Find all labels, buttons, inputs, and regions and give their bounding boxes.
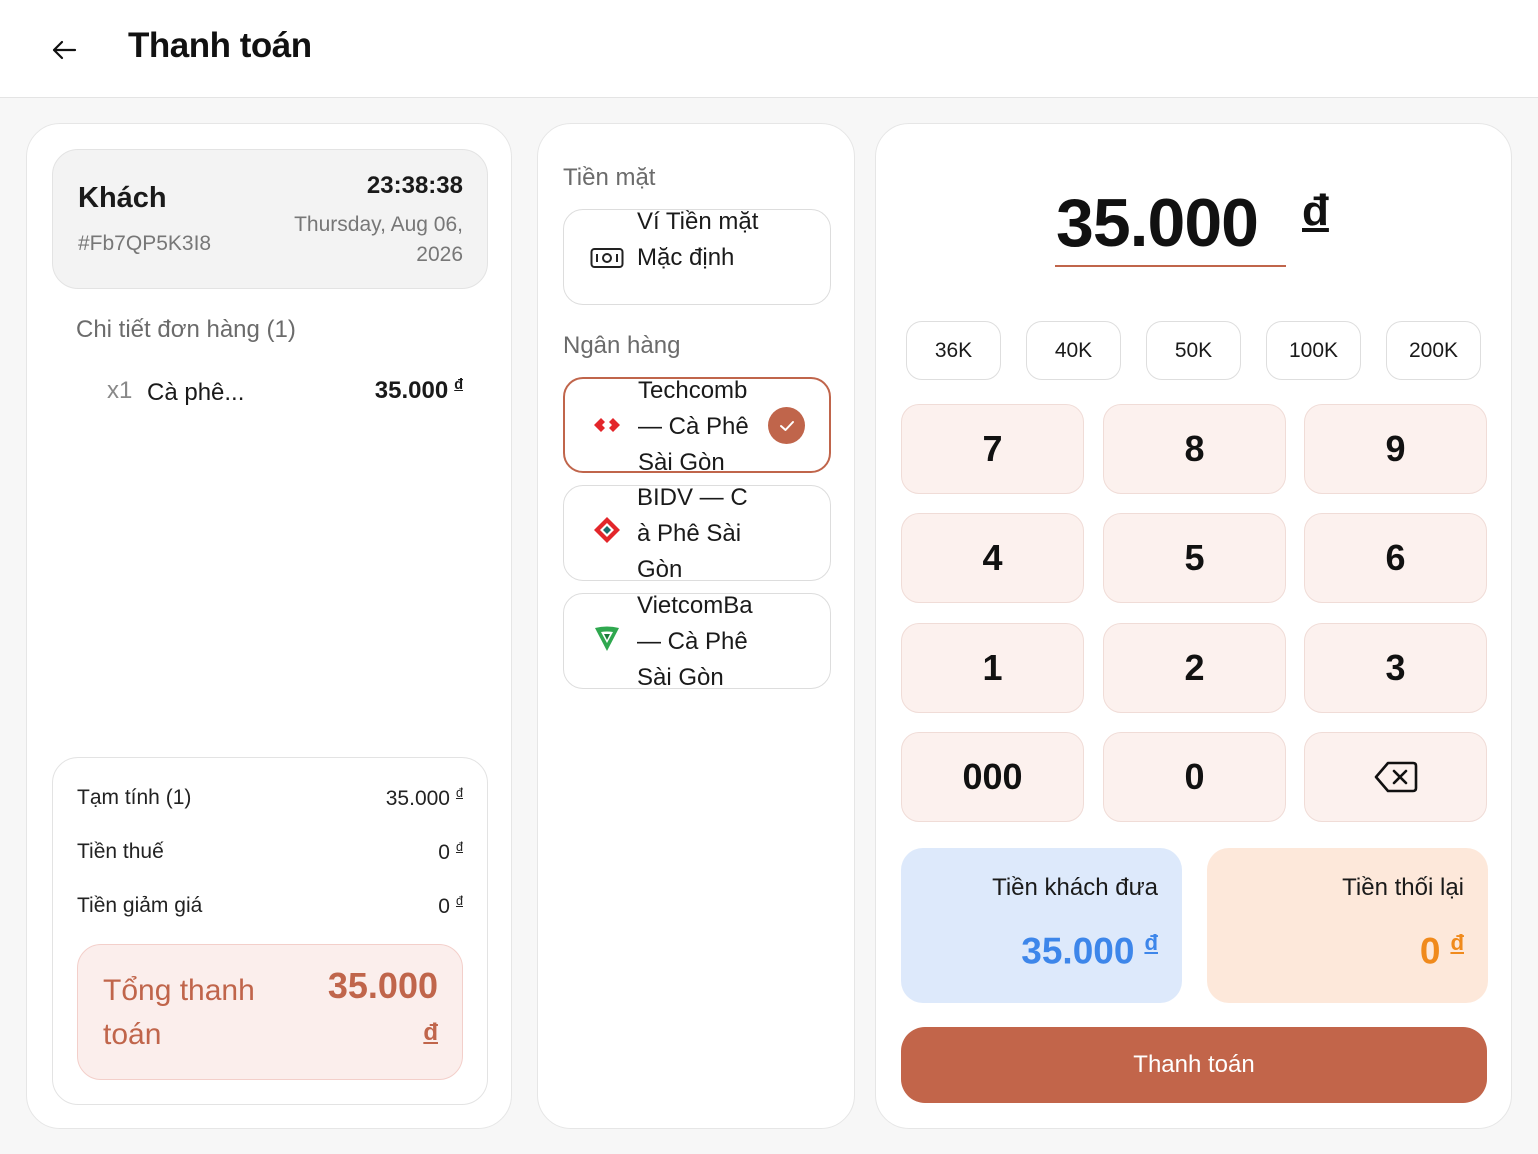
keypad-key-2[interactable]: 2 [1103, 623, 1286, 713]
backspace-button[interactable] [1304, 732, 1487, 822]
currency-symbol: đ [455, 840, 463, 854]
subtotal-row: Tạm tính (1) 35.000 đ [77, 786, 463, 816]
backspace-icon [1374, 761, 1417, 793]
order-code: #Fb7QP5K3I8 [78, 232, 212, 255]
item-name: Cà phê... [147, 379, 245, 406]
tax-amount: 0 [438, 841, 450, 864]
cash-given-amount: 35.000 [1021, 930, 1135, 972]
keypad-key-000[interactable]: 000 [901, 732, 1084, 822]
item-price-value: 35.000 [374, 377, 449, 404]
amount-underline [1055, 265, 1286, 267]
bank-section-title: Ngân hàng [563, 332, 681, 359]
item-price: 35.000 đ [375, 377, 463, 405]
total-currency: đ [423, 1019, 438, 1046]
keypad-key-7[interactable]: 7 [901, 404, 1084, 494]
cash-given-value: 35.000 đ [1021, 930, 1158, 972]
total-label: Tổng thanh toán [103, 974, 255, 1051]
change-value: 0đ [1420, 930, 1464, 972]
keypad-key-3[interactable]: 3 [1304, 623, 1487, 713]
top-app-bar: Thanh toán [0, 0, 1538, 98]
method-cash-wallet[interactable]: Ví Tiền mặt Mặc định [563, 209, 831, 305]
keypad-key-1[interactable]: 1 [901, 623, 1084, 713]
tax-label: Tiền thuế [77, 840, 164, 863]
total-value: 35.000 [327, 965, 438, 1006]
quick-amount-100k[interactable]: 100K [1266, 321, 1361, 380]
customer-name: Khách [78, 182, 167, 214]
keypad-key-8[interactable]: 8 [1103, 404, 1286, 494]
payment-methods-panel: Tiền mặt Ví Tiền mặt Mặc định Ngân hàng … [537, 123, 855, 1129]
customer-card: Khách #Fb7QP5K3I8 23:38:38 Thursday, Aug… [52, 149, 488, 289]
keypad-key-4[interactable]: 4 [901, 513, 1084, 603]
page-title: Thanh toán [128, 26, 312, 65]
method-techcombank[interactable]: Techcomb — Cà Phê Sài Gòn [563, 377, 831, 473]
change-label: Tiền thối lại [1342, 874, 1464, 901]
bidv-logo-icon [590, 516, 624, 544]
change-amount: 0 [1419, 930, 1441, 972]
cash-icon [590, 244, 624, 272]
quick-amount-200k[interactable]: 200K [1386, 321, 1481, 380]
method-label: BIDV — Cà Phê Sài Gòn [637, 485, 748, 581]
keypad-key-6[interactable]: 6 [1304, 513, 1487, 603]
quick-amount-50k[interactable]: 50K [1146, 321, 1241, 380]
currency-symbol: đ [1450, 930, 1464, 955]
subtotal-amount: 35.000 [385, 787, 450, 810]
currency-symbol: đ [1144, 930, 1158, 955]
method-label: Techcomb — Cà Phê Sài Gòn [638, 377, 749, 473]
order-detail-title: Chi tiết đơn hàng (1) [76, 316, 296, 343]
arrow-left-icon [52, 40, 77, 60]
subtotal-value: 35.000 đ [386, 786, 463, 811]
discount-value: 0đ [438, 894, 463, 919]
amount-currency: đ [1302, 186, 1329, 235]
techcombank-logo-icon [590, 411, 624, 439]
quick-amount-40k[interactable]: 40K [1026, 321, 1121, 380]
tax-row: Tiền thuế 0đ [77, 840, 463, 870]
summary-card: Tạm tính (1) 35.000 đ Tiền thuế 0đ Tiền g… [52, 757, 488, 1105]
tax-value: 0đ [438, 840, 463, 865]
method-label: Ví Tiền mặt Mặc định [637, 209, 759, 271]
order-date: Thursday, Aug 06, 2026 [294, 213, 463, 266]
cash-section-title: Tiền mặt [563, 164, 656, 191]
currency-symbol: đ [454, 377, 463, 393]
discount-row: Tiền giảm giá 0đ [77, 894, 463, 924]
keypad-key-5[interactable]: 5 [1103, 513, 1286, 603]
quick-amount-36k[interactable]: 36K [906, 321, 1001, 380]
order-item[interactable]: x1 Cà phê... 35.000 đ [107, 374, 463, 454]
cash-given-box: Tiền khách đưa 35.000 đ [901, 848, 1182, 1003]
order-time: 23:38:38 [366, 172, 463, 199]
discount-amount: 0 [438, 895, 450, 918]
pay-button[interactable]: Thanh toán [901, 1027, 1487, 1103]
subtotal-label: Tạm tính (1) [77, 786, 192, 809]
change-box: Tiền thối lại 0đ [1207, 848, 1488, 1003]
payment-input-panel: 35.000 đ 36K 40K 50K 100K 200K 7 8 9 4 5… [875, 123, 1512, 1129]
amount-value: 35.000 [1056, 185, 1259, 261]
method-vietcombank[interactable]: VietcomBa — Cà Phê Sài Gòn [563, 593, 831, 689]
keypad-key-0[interactable]: 0 [1103, 732, 1286, 822]
method-bidv[interactable]: BIDV — Cà Phê Sài Gòn [563, 485, 831, 581]
total-box: Tổng thanh toán 35.000 đ [77, 944, 463, 1080]
item-quantity: x1 [107, 377, 133, 404]
order-panel: Khách #Fb7QP5K3I8 23:38:38 Thursday, Aug… [26, 123, 512, 1129]
cash-given-label: Tiền khách đưa [992, 874, 1158, 901]
currency-symbol: đ [455, 894, 463, 908]
check-icon [768, 407, 805, 444]
vietcombank-logo-icon [590, 624, 624, 652]
method-label: VietcomBa — Cà Phê Sài Gòn [637, 593, 753, 689]
currency-symbol: đ [455, 786, 463, 800]
keypad-key-9[interactable]: 9 [1304, 404, 1487, 494]
back-button[interactable] [44, 30, 84, 70]
discount-label: Tiền giảm giá [77, 894, 203, 917]
